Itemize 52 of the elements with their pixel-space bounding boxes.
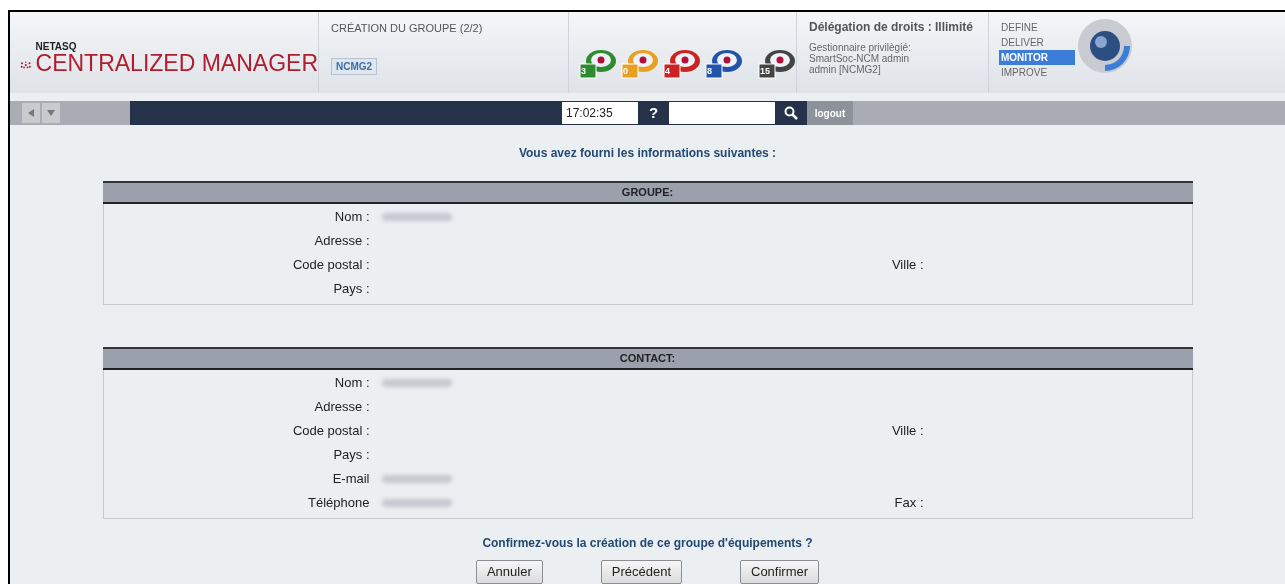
- field-label: Téléphone: [308, 494, 371, 513]
- cycle-globe-icon: [1075, 16, 1135, 76]
- mode-link[interactable]: DELIVER: [999, 35, 1075, 50]
- confirm-question: Confirmez-vous la création de ce groupe d'équipements ?: [482, 535, 813, 552]
- section-header: GROUPE:: [102, 181, 1193, 204]
- action-button[interactable]: Confirmer: [740, 560, 820, 584]
- mode-link[interactable]: IMPROVE: [999, 65, 1075, 80]
- status-disk-icon[interactable]: [663, 47, 701, 80]
- intro-text: Vous avez fourni les informations suivantes :: [518, 145, 777, 162]
- left-triangle-icon: [27, 109, 35, 117]
- field-label: Code postal :: [292, 422, 371, 441]
- mode-link[interactable]: MONITOR: [999, 50, 1075, 65]
- search-field[interactable]: [669, 102, 775, 124]
- count-label: 0: [623, 64, 628, 78]
- dropdown-button[interactable]: [42, 103, 60, 123]
- count-label: 15: [760, 64, 770, 78]
- field-label: Pays :: [333, 446, 371, 465]
- field-label: Adresse :: [314, 232, 371, 251]
- field-label: Code postal :: [292, 256, 371, 275]
- action-button[interactable]: Précédent: [600, 560, 682, 584]
- section-header: CONTACT:: [102, 347, 1193, 370]
- status-disk-icon[interactable]: [621, 47, 659, 80]
- user-info-text: SmartSoc-NCM admin: [809, 53, 911, 64]
- status-disk-icon[interactable]: [758, 47, 796, 80]
- brand-subtitle: NETASQ: [35, 42, 78, 53]
- page-title: CRÉATION DU GROUPE (2/2): [331, 21, 484, 36]
- back-button[interactable]: [22, 103, 40, 123]
- count-label: 8: [707, 64, 712, 78]
- field-label: Ville :: [891, 422, 924, 441]
- help-link[interactable]: ?: [638, 101, 669, 125]
- search-icon[interactable]: [784, 106, 798, 120]
- user-info-text: Gestionnaire privilègié:: [809, 42, 912, 53]
- server-tag: NCMG2: [331, 58, 378, 76]
- field-label: Pays :: [333, 280, 371, 299]
- user-info-text: admin [NCMG2]: [809, 64, 882, 75]
- down-triangle-icon: [47, 109, 55, 117]
- field-label: Adresse :: [314, 398, 371, 417]
- field-label: Ville :: [891, 256, 924, 275]
- clock-field: 17:02:35: [562, 102, 638, 124]
- mode-link[interactable]: DEFINE: [999, 20, 1075, 35]
- logout-button[interactable]: logout: [807, 101, 853, 125]
- field-label: E-mail: [332, 470, 371, 489]
- count-label: 4: [665, 64, 670, 78]
- action-button[interactable]: Annuler: [475, 560, 543, 584]
- delegation-text: Délégation de droits : Illimité: [809, 19, 974, 36]
- field-label: Nom :: [334, 374, 371, 393]
- status-disk-icon[interactable]: [705, 47, 743, 80]
- field-label: Fax :: [894, 494, 924, 513]
- count-label: 3: [581, 64, 586, 78]
- status-disk-icon[interactable]: [579, 47, 617, 80]
- field-label: Nom :: [334, 208, 371, 227]
- brand-title: CENTRALIZED MANAGER: [35, 52, 318, 76]
